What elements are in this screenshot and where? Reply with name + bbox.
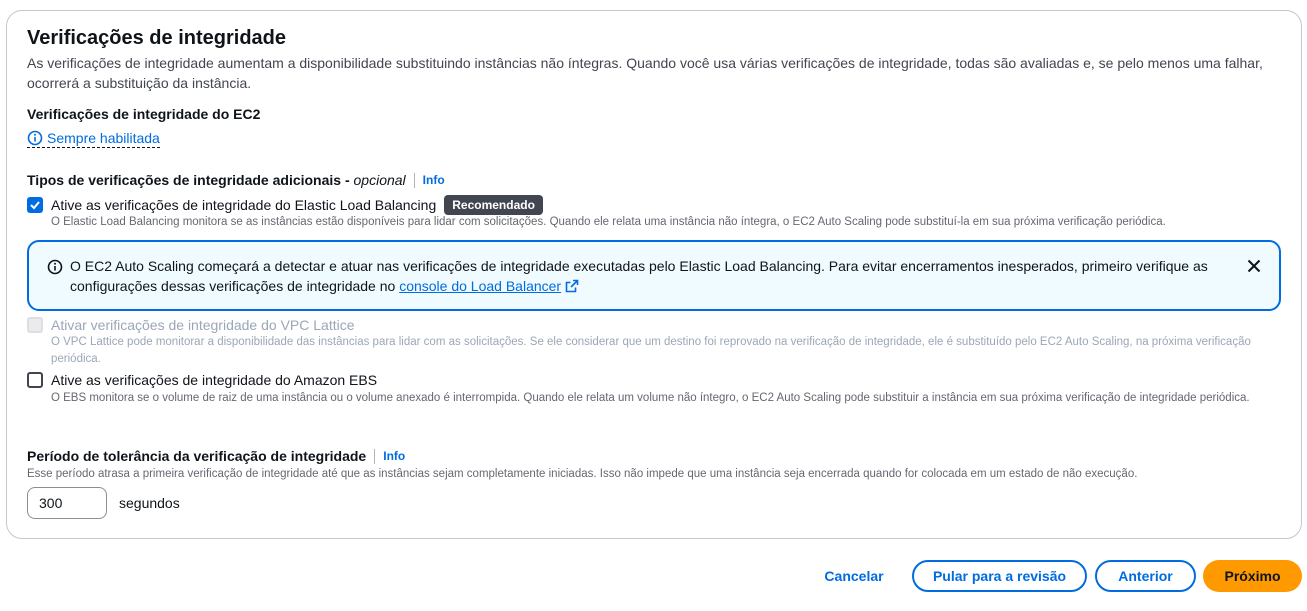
recommended-badge: Recomendado bbox=[444, 195, 543, 215]
info-icon bbox=[47, 259, 63, 275]
vpc-lattice-description: O VPC Lattice pode monitorar a disponibi… bbox=[51, 336, 1251, 365]
grace-period-input[interactable]: 300 bbox=[27, 487, 107, 519]
vpc-checkbox-row: Ativar verificações de integridade do VP… bbox=[27, 317, 355, 333]
elb-checkbox[interactable] bbox=[27, 197, 43, 213]
elb-checkbox-label[interactable]: Ative as verificações de integridade do … bbox=[51, 197, 436, 213]
grace-period-description: Esse período atrasa a primeira verificaç… bbox=[27, 468, 1138, 480]
close-icon[interactable] bbox=[1247, 259, 1261, 273]
grace-period-label: Período de tolerância da verificação de … bbox=[27, 448, 367, 464]
separator bbox=[413, 172, 415, 188]
grace-info-link[interactable]: Info bbox=[383, 449, 405, 463]
elb-description: O Elastic Load Balancing monitora se as … bbox=[51, 216, 1166, 228]
additional-info-link[interactable]: Info bbox=[423, 173, 445, 187]
ec2-checks-label: Verificações de integridade do EC2 bbox=[27, 106, 261, 122]
next-button[interactable]: Próximo bbox=[1203, 560, 1302, 592]
ebs-description: O EBS monitora se o volume de raiz de um… bbox=[51, 392, 1250, 404]
additional-checks-label: Tipos de verificações de integridade adi… bbox=[27, 172, 406, 188]
ebs-checkbox[interactable] bbox=[27, 372, 43, 388]
check-icon bbox=[30, 201, 40, 210]
info-icon bbox=[27, 130, 43, 146]
section-title: Verificações de integridade bbox=[27, 27, 286, 49]
elb-info-alert: O EC2 Auto Scaling começará a detectar e… bbox=[27, 240, 1281, 311]
load-balancer-console-link[interactable]: console do Load Balancer bbox=[399, 278, 561, 294]
ebs-checkbox-row: Ative as verificações de integridade do … bbox=[27, 372, 377, 388]
ec2-status-popover[interactable]: Sempre habilitada bbox=[27, 130, 160, 148]
external-link-icon bbox=[565, 279, 579, 293]
vpc-lattice-checkbox-label: Ativar verificações de integridade do VP… bbox=[51, 317, 355, 333]
elb-checkbox-row: Ative as verificações de integridade do … bbox=[27, 195, 543, 215]
separator bbox=[374, 448, 376, 464]
section-description: As verificações de integridade aumentam … bbox=[27, 55, 1263, 91]
previous-button[interactable]: Anterior bbox=[1095, 560, 1196, 592]
ec2-status-text: Sempre habilitada bbox=[47, 130, 160, 146]
skip-to-review-button[interactable]: Pular para a revisão bbox=[912, 560, 1087, 592]
grace-period-header: Período de tolerância da verificação de … bbox=[27, 448, 405, 464]
alert-message: O EC2 Auto Scaling começará a detectar e… bbox=[70, 258, 1208, 294]
additional-checks-header: Tipos de verificações de integridade adi… bbox=[27, 172, 445, 188]
ebs-checkbox-label[interactable]: Ative as verificações de integridade do … bbox=[51, 372, 377, 388]
vpc-lattice-checkbox[interactable] bbox=[27, 317, 43, 333]
cancel-button[interactable]: Cancelar bbox=[814, 560, 894, 592]
grace-period-unit: segundos bbox=[119, 495, 180, 511]
